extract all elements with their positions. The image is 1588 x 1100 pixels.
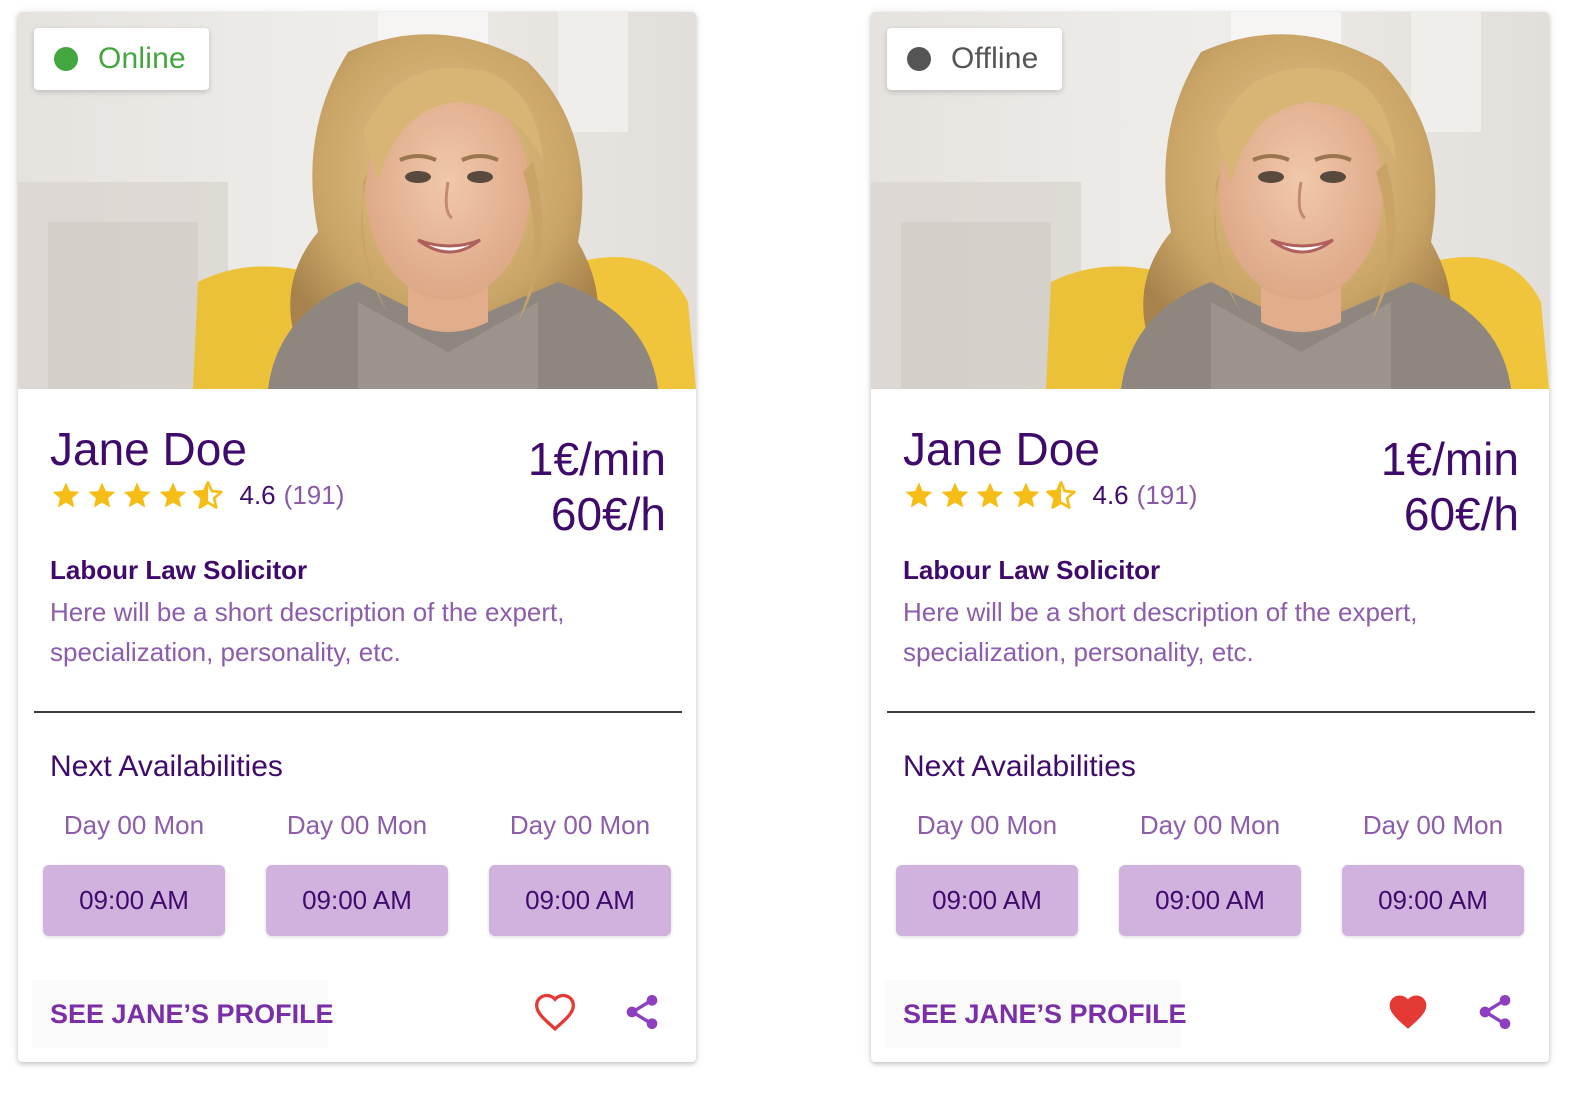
availability-slot: Day 00 Mon 09:00 AM <box>1342 807 1524 936</box>
star-full-icon <box>941 482 968 508</box>
heart-filled-icon <box>1389 995 1427 1029</box>
price-per-minute: 1€/min <box>527 433 666 485</box>
availability-slot: Day 00 Mon 09:00 AM <box>266 807 448 936</box>
time-slot-button[interactable]: 09:00 AM <box>896 865 1078 936</box>
time-slot-button[interactable]: 09:00 AM <box>489 865 671 936</box>
star-full-icon <box>159 482 186 508</box>
see-profile-button[interactable]: SEE JANE’S PROFILE <box>32 980 334 1048</box>
rating-value: 4.6 <box>239 479 276 510</box>
favorite-button[interactable] <box>531 988 579 1036</box>
expert-title: Labour Law Solicitor <box>50 555 308 585</box>
status-dot-icon <box>54 47 78 71</box>
expert-description: Here will be a short description of the … <box>50 597 565 667</box>
expert-name: Jane Doe <box>50 423 247 475</box>
availability-slot: Day 00 Mon 09:00 AM <box>1119 807 1301 936</box>
star-full-icon <box>52 482 80 508</box>
share-button[interactable] <box>618 988 666 1036</box>
slot-day: Day 00 Mon <box>286 810 428 840</box>
star-rating <box>903 479 1081 511</box>
rating: 4.6 (191) <box>50 477 344 513</box>
slot-day: Day 00 Mon <box>1139 810 1281 840</box>
time-slot-button[interactable]: 09:00 AM <box>1119 865 1301 936</box>
slot-day: Day 00 Mon <box>1362 810 1504 840</box>
price-per-hour: 60€/h <box>550 488 666 540</box>
availability-heading: Next Availabilities <box>903 750 1136 783</box>
availability-slot: Day 00 Mon 09:00 AM <box>43 807 225 936</box>
price-per-hour: 60€/h <box>1403 488 1519 540</box>
favorite-button[interactable] <box>1384 988 1432 1036</box>
rating-value: 4.6 <box>1092 479 1129 510</box>
heart-outline-icon <box>535 993 575 1032</box>
share-icon <box>626 995 658 1029</box>
star-half-icon <box>193 481 223 509</box>
divider <box>34 711 682 713</box>
status-dot-icon <box>907 47 931 71</box>
time-slot-button[interactable]: 09:00 AM <box>266 865 448 936</box>
expert-card: Online Jane Doe 4.6 (191) 1€/min 60€/h L… <box>18 12 696 1062</box>
expert-title: Labour Law Solicitor <box>903 555 1161 585</box>
status-badge: Offline <box>887 28 1062 90</box>
star-full-icon <box>905 482 933 508</box>
star-full-icon <box>88 482 115 508</box>
expert-name: Jane Doe <box>903 423 1100 475</box>
star-full-icon <box>123 482 151 508</box>
slot-day: Day 00 Mon <box>509 810 651 840</box>
expert-description: Here will be a short description of the … <box>903 597 1418 667</box>
star-full-icon <box>1012 482 1039 508</box>
expert-card: Offline Jane Doe 4.6 (191) 1€/min 60€/h … <box>871 12 1549 1062</box>
rating-count: (191) <box>1136 479 1198 510</box>
rating-count: (191) <box>283 479 345 510</box>
rating: 4.6 (191) <box>903 477 1197 513</box>
time-slot-button[interactable]: 09:00 AM <box>1342 865 1524 936</box>
price-per-minute: 1€/min <box>1380 433 1519 485</box>
share-button[interactable] <box>1471 988 1519 1036</box>
status-label: Offline <box>951 42 1039 75</box>
divider <box>887 711 1535 713</box>
availability-slot: Day 00 Mon 09:00 AM <box>896 807 1078 936</box>
availability-slot: Day 00 Mon 09:00 AM <box>489 807 671 936</box>
star-rating <box>50 479 228 511</box>
availability-heading: Next Availabilities <box>50 750 283 783</box>
see-profile-button[interactable]: SEE JANE’S PROFILE <box>885 980 1187 1048</box>
status-label: Online <box>98 42 186 75</box>
time-slot-button[interactable]: 09:00 AM <box>43 865 225 936</box>
share-icon <box>1479 995 1511 1029</box>
slot-day: Day 00 Mon <box>916 810 1058 840</box>
status-badge: Online <box>34 28 209 90</box>
slot-day: Day 00 Mon <box>63 810 205 840</box>
star-full-icon <box>976 482 1004 508</box>
star-half-icon <box>1046 481 1076 509</box>
